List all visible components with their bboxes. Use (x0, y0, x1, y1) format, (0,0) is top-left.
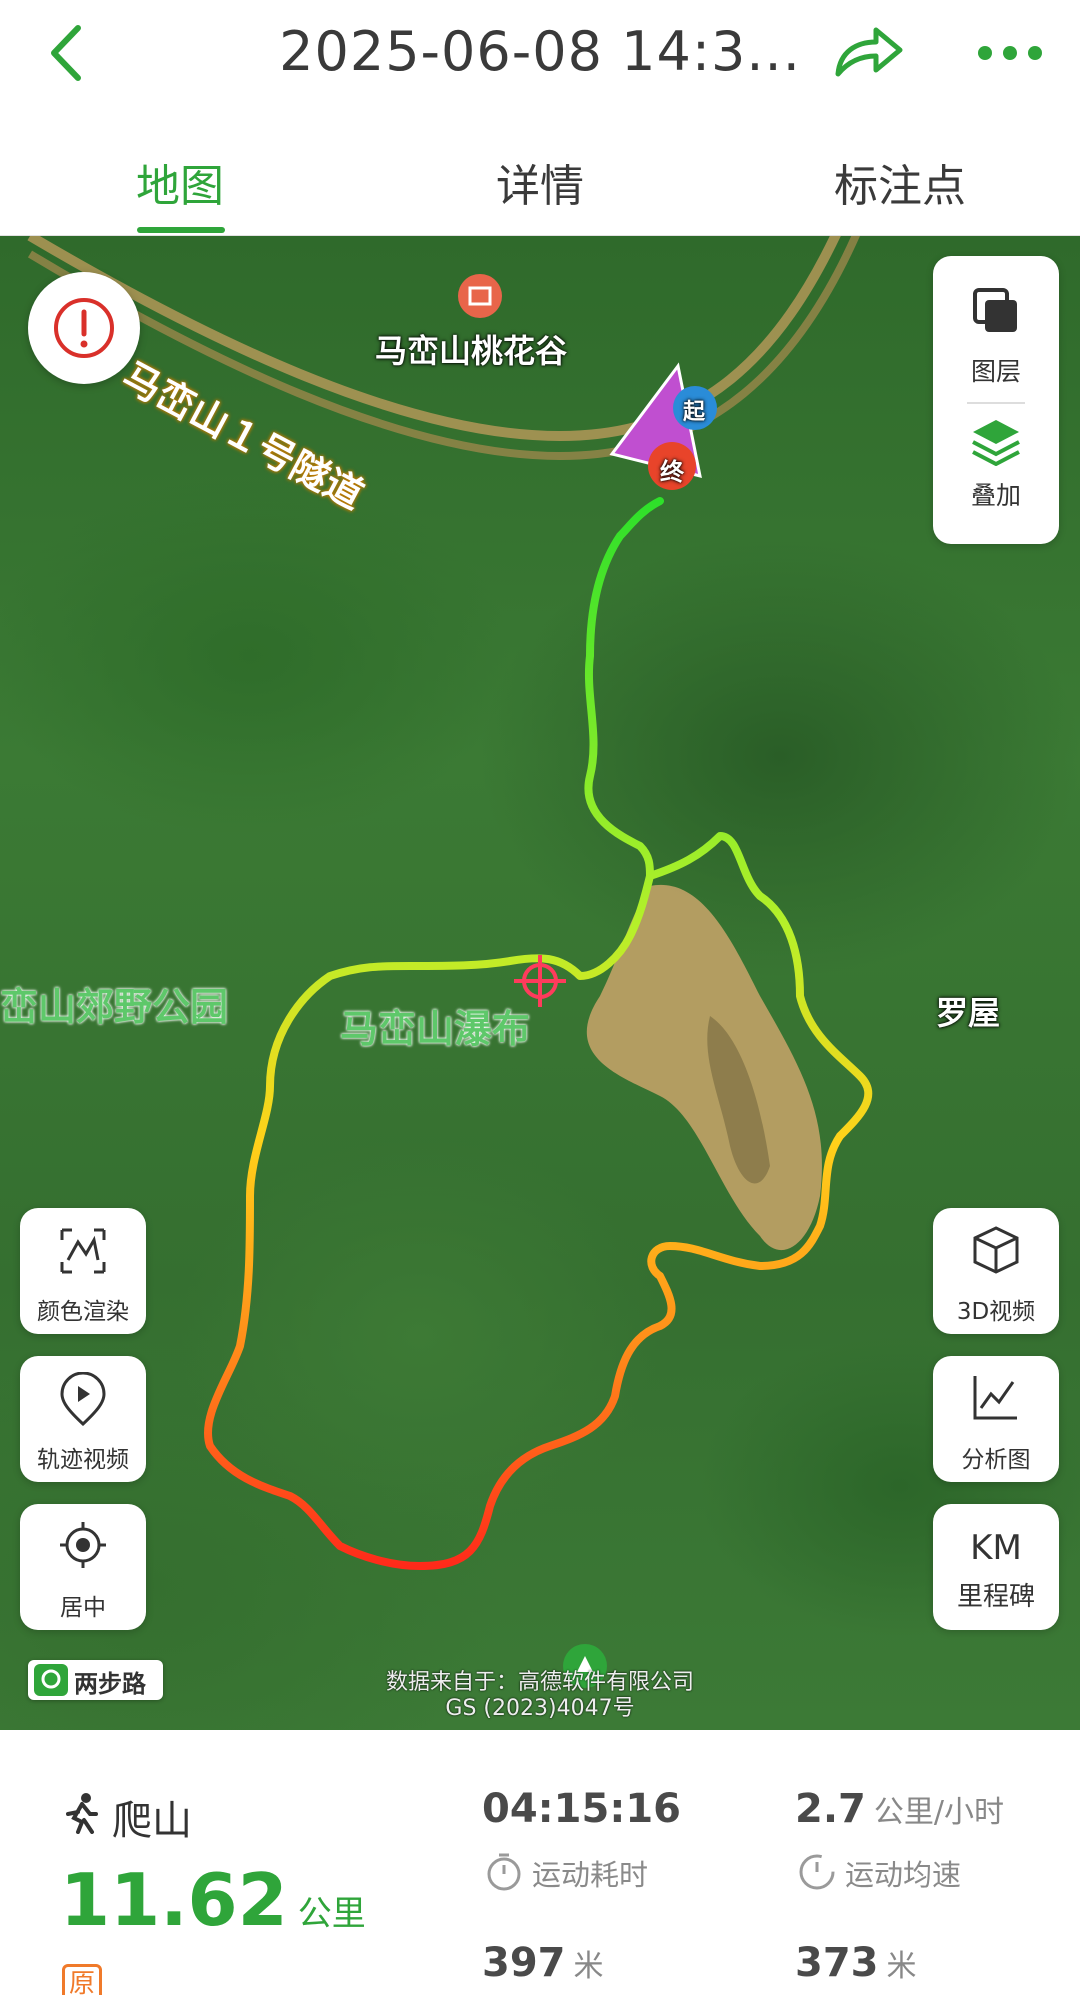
ascent-value: 397 (482, 1940, 566, 1986)
track-video-label: 轨迹视频 (37, 1447, 129, 1473)
map-credit: 数据来自于：高德软件有限公司 GS (2023)4047号 (330, 1670, 750, 1722)
alert-circle-icon (54, 298, 114, 358)
brand-logo-icon (34, 1664, 68, 1696)
layers-label: 图层 (970, 357, 1021, 386)
overlay-button[interactable]: 叠加 (933, 406, 1059, 536)
brand-badge: 两步路 (28, 1660, 163, 1700)
descent-value: 373 (795, 1940, 879, 1986)
analysis-chart-button[interactable]: 分析图 (933, 1356, 1059, 1482)
distance-unit: 公里 (297, 1894, 366, 1934)
more-dots-icon (978, 46, 1042, 60)
back-button[interactable] (40, 18, 100, 88)
tab-bar: 地图 详情 标注点 (0, 120, 1080, 236)
avg-speed-label: 运动均速 (845, 1858, 962, 1892)
stats-panel: 爬山 11.62 公里 原 04:15:16 运动耗时 2.7 公里/小时 运动均速… (0, 1730, 1080, 1995)
distance-value: 11.62 (60, 1858, 288, 1942)
layers-square-icon (973, 288, 1017, 332)
poi-label: 马峦山桃花谷 (375, 332, 568, 370)
color-render-icon (60, 1228, 106, 1274)
speedometer-icon (799, 1854, 835, 1890)
center-button[interactable]: 居中 (20, 1504, 146, 1630)
3d-video-label: 3D视频 (956, 1299, 1036, 1325)
km-icon: KM (970, 1528, 1022, 1568)
avg-speed-unit: 公里/小时 (873, 1795, 1004, 1830)
stack-icon (972, 420, 1020, 466)
avg-speed: 2.7 公里/小时 (795, 1786, 1004, 1832)
avg-speed-value: 2.7 (795, 1786, 866, 1832)
layers-button[interactable]: 图层 (933, 264, 1059, 394)
active-tab-indicator (137, 227, 225, 233)
tab-map[interactable]: 地图 (70, 150, 290, 214)
start-marker-label: 起 (683, 400, 706, 425)
ascent: 397 米 (482, 1940, 604, 1986)
stopwatch-icon (487, 1853, 521, 1891)
warning-button[interactable] (28, 272, 140, 384)
descent-unit: 米 (886, 1949, 917, 1984)
milestone-label: 里程碑 (956, 1582, 1035, 1612)
hiking-icon (66, 1793, 98, 1834)
color-render-label: 颜色渲染 (37, 1299, 129, 1325)
panel-divider (967, 402, 1025, 404)
quarry-area (586, 884, 822, 1251)
total-distance: 11.62 公里 (60, 1858, 366, 1942)
activity-type: 爬山 (112, 1798, 192, 1844)
duration-value: 04:15:16 (482, 1786, 681, 1832)
tab-markers[interactable]: 标注点 (790, 150, 1010, 214)
original-badge: 原 (62, 1964, 102, 1995)
color-render-button[interactable]: 颜色渲染 (20, 1208, 146, 1334)
layer-panel: 图层 叠加 (933, 256, 1059, 544)
chevron-left-icon (51, 25, 81, 81)
center-label: 居中 (60, 1595, 106, 1621)
credit-line-1: 数据来自于：高德软件有限公司 (385, 1670, 694, 1695)
3d-video-button[interactable]: 3D视频 (933, 1208, 1059, 1334)
original-badge-text: 原 (68, 1969, 95, 1995)
overlay-label: 叠加 (970, 481, 1021, 510)
share-arrow-icon (835, 27, 903, 77)
more-button[interactable] (975, 35, 1045, 71)
ascent-unit: 米 (573, 1949, 604, 1984)
page-title: 2025-06-08 14:3... (279, 20, 801, 83)
end-marker-label: 终 (660, 458, 684, 486)
analysis-chart-label: 分析图 (961, 1447, 1031, 1473)
credit-line-2: GS (2023)4047号 (445, 1696, 635, 1721)
cube-icon (973, 1226, 1019, 1274)
line-chart-icon (973, 1376, 1017, 1420)
village-label: 罗屋 (936, 994, 1001, 1032)
map-view[interactable]: 马峦山１号隧道 马峦山桃花谷 峦山郊野公园 马峦山瀑布 罗屋 起 终 图层 叠加 (0, 236, 1080, 1730)
waterfall-label: 马峦山瀑布 (340, 1007, 531, 1051)
share-button[interactable] (830, 22, 906, 82)
milestone-button[interactable]: KM 里程碑 (933, 1504, 1059, 1630)
brand-label: 两步路 (74, 1670, 146, 1698)
duration-label: 运动耗时 (532, 1858, 649, 1892)
descent: 373 米 (795, 1940, 917, 1986)
track-video-button[interactable]: 轨迹视频 (20, 1356, 146, 1482)
tab-details[interactable]: 详情 (430, 150, 650, 214)
locate-icon (60, 1522, 106, 1568)
park-label: 峦山郊野公园 (0, 985, 229, 1029)
top-bar: 2025-06-08 14:3... (0, 0, 1080, 110)
play-pin-icon (60, 1372, 106, 1427)
scenic-poi-pin (458, 274, 502, 318)
